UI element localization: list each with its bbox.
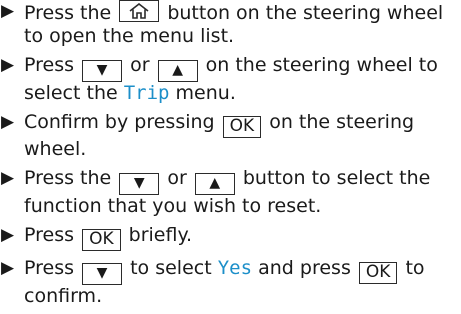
step-3: ▶ Confirm by pressing OK on the steering… (0, 111, 461, 161)
step-4-text-c: button to select the (242, 167, 431, 189)
step-2-text-e: menu. (175, 82, 236, 104)
step-2-text-c: on the steering wheel to (205, 54, 438, 76)
down-arrow-key: ▼ (82, 263, 123, 285)
bullet-icon: ▶ (1, 225, 15, 245)
home-button-key (119, 0, 160, 22)
step-6-text-a: Press (24, 257, 75, 279)
bullet-icon: ▶ (1, 112, 15, 132)
step-1-text-a: Press the (24, 2, 112, 24)
step-6-text-c: and press (258, 257, 351, 279)
step-6-text-d: to (405, 257, 425, 279)
step-3-text-b: on the steering (269, 111, 415, 133)
bullet-icon: ▶ (1, 1, 15, 21)
down-arrow-key: ▼ (82, 60, 123, 82)
step-2: ▶ Press ▼ or ▲ on the steering wheel to … (0, 54, 461, 105)
step-5-text-b: briefly. (128, 224, 193, 246)
bullet-icon: ▶ (1, 55, 15, 75)
step-2-text-d: select the (24, 82, 118, 104)
step-6-text-e: confirm. (24, 285, 103, 307)
up-arrow-key: ▲ (157, 60, 198, 82)
step-1-text-c: to open the menu list. (24, 25, 235, 47)
up-arrow-key: ▲ (194, 173, 235, 195)
step-4-text-a: Press the (24, 167, 112, 189)
step-1-text-b: button on the steering wheel (167, 2, 444, 24)
step-1: ▶ Press the button on the steering wheel… (0, 0, 461, 48)
down-arrow-key: ▼ (119, 173, 160, 195)
step-3-text-c: wheel. (24, 138, 87, 160)
step-5: ▶ Press OK briefly. (0, 224, 461, 251)
ok-key: OK (82, 229, 121, 251)
step-3-text-a: Confirm by pressing (24, 111, 215, 133)
step-2-text-b: or (130, 54, 150, 76)
ok-key: OK (358, 262, 398, 284)
step-4-text-d: function that you wish to reset. (24, 195, 322, 217)
trip-menu-label: Trip (123, 82, 170, 104)
step-2-text-a: Press (24, 54, 75, 76)
ok-key: OK (222, 116, 262, 138)
step-6-text-b: to select (130, 257, 212, 279)
instruction-list: ▶ Press the button on the steering wheel… (0, 0, 461, 314)
step-5-text-a: Press (24, 224, 75, 246)
yes-option-label: Yes (217, 257, 253, 279)
step-4: ▶ Press the ▼ or ▲ button to select the … (0, 167, 461, 218)
home-icon (129, 3, 149, 19)
bullet-icon: ▶ (1, 168, 15, 188)
bullet-icon: ▶ (1, 258, 15, 278)
step-4-text-b: or (167, 167, 187, 189)
step-6: ▶ Press ▼ to select Yes and press OK to … (0, 257, 461, 308)
